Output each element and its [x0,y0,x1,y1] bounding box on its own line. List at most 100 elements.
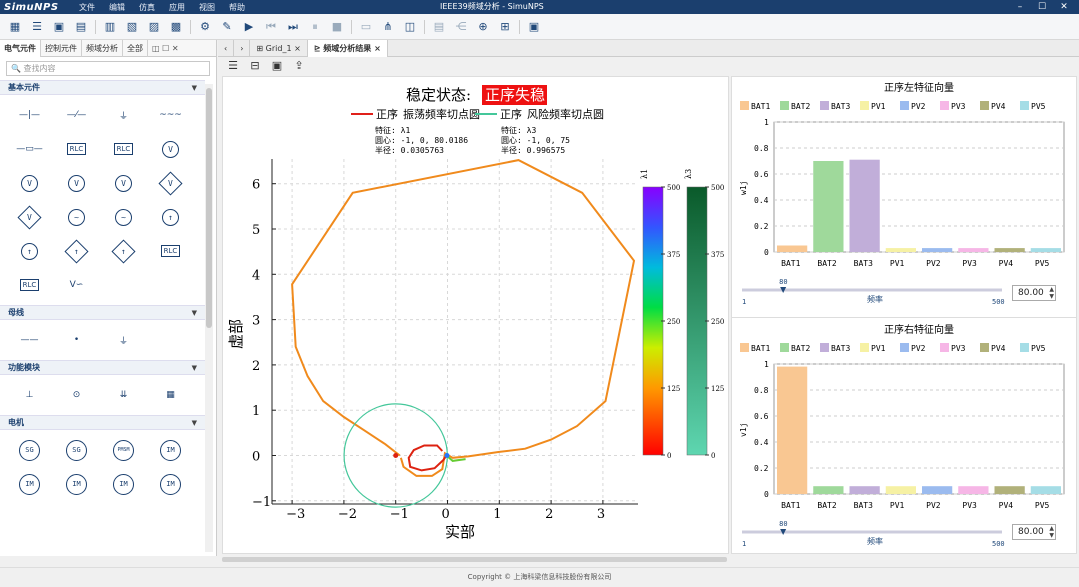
induction-motor-component[interactable]: IM [147,467,194,501]
menu-edit[interactable]: 编辑 [102,2,132,13]
induction-motor-component[interactable]: IM [100,467,147,501]
tab-close-icon[interactable]: × [374,44,381,53]
chevron-down-icon[interactable]: ▼ [192,306,197,320]
controlled-voltage-source-component[interactable]: V [6,200,53,234]
minimize-button[interactable]: – [1009,0,1031,14]
bar-bat2[interactable] [813,486,844,494]
tab-nav-prev[interactable]: ‹ [218,39,235,57]
export-icon[interactable]: ▩ [169,20,183,34]
voltage-source-component[interactable]: V [6,166,53,200]
induction-motor-component[interactable]: IM [53,467,100,501]
grid-icon[interactable]: ▦ [8,20,22,34]
bar-pv5[interactable] [1030,486,1061,494]
current-source-component[interactable]: ↑ [147,200,194,234]
menu-file[interactable]: 文件 [72,2,102,13]
nyquist-chart[interactable]: 稳定状态: 正序失稳 正序 振荡频率切点圆 正序 风险频率切点圆 特征: λ1 … [223,77,728,553]
bar-pv4[interactable] [994,248,1025,252]
inductor-component[interactable]: ~~~ [147,98,194,132]
step-forward-icon[interactable]: ⏭ [286,20,300,34]
run-icon[interactable]: ▶ [242,20,256,34]
bar-bat3[interactable] [849,159,880,252]
spin-arrows-icon[interactable]: ▲ ▼ [1049,286,1054,300]
fault-module[interactable]: ⇊ [100,378,147,412]
bar-pv2[interactable] [922,248,953,252]
sync-generator-component[interactable]: SG [53,433,100,467]
left-eigenvector-chart[interactable]: 正序左特征向量 BAT1 BAT2 BAT3 PV1 PV2 PV3 PV4 PV5 0 0.2 0.… [732,77,1076,317]
induction-motor-component[interactable]: IM [6,467,53,501]
tab-frequency[interactable]: 频域分析 [82,39,123,57]
search-input[interactable]: 🔍 查找内容 [6,61,210,76]
sync-generator-component[interactable]: SG [6,433,53,467]
node-icon[interactable]: ⊕ [476,20,490,34]
export-result-icon[interactable]: ⇪ [292,59,306,73]
scrollbar-thumb[interactable] [206,88,212,328]
bar-pv2[interactable] [922,486,953,494]
section-basic-components[interactable]: 基本元件 ▼ [0,80,205,95]
layout-icon[interactable]: ⊞ [498,20,512,34]
open-icon[interactable]: ▥ [103,20,117,34]
rlc-series-component[interactable]: RLC [100,132,147,166]
edit-icon[interactable]: ✎ [220,20,234,34]
panel-controls[interactable]: ◫ ☐ ✕ [148,40,183,57]
rlc-load-component[interactable]: RLC [147,234,194,268]
spin-arrows-icon[interactable]: ▲ ▼ [1049,525,1054,539]
pause-icon[interactable]: ⏸ [308,20,322,34]
bar-bat2[interactable] [813,161,844,252]
table-icon[interactable]: ▤ [432,20,446,34]
chevron-down-icon[interactable]: ▼ [192,81,197,95]
induction-motor-component[interactable]: IM [147,433,194,467]
tab-nav-next[interactable]: › [234,39,251,57]
bar-pv3[interactable] [958,486,989,494]
voltage-meter-component[interactable]: V∽ [53,268,100,302]
bar-pv5[interactable] [1030,248,1061,252]
monitor-icon[interactable]: ▭ [359,20,373,34]
bar-pv3[interactable] [958,248,989,252]
current-source-component[interactable]: ↑ [6,234,53,268]
section-function-modules[interactable]: 功能模块 ▼ [0,360,205,375]
tab-grid[interactable]: ⊞ Grid_1 × [250,39,308,57]
menu-simulate[interactable]: 仿真 [132,2,162,13]
split-view-icon[interactable]: ⊟ [248,59,262,73]
menu-help[interactable]: 帮助 [222,2,252,13]
bar-bat1[interactable] [777,366,808,494]
tab-all[interactable]: 全部 [123,39,148,57]
network-icon[interactable]: ⋲ [454,20,468,34]
close-button[interactable]: ✕ [1053,0,1075,14]
waveform-icon[interactable]: ◫ [403,20,417,34]
menu-apps[interactable]: 应用 [162,2,192,13]
maximize-button[interactable]: ☐ [1031,0,1053,14]
ac-source-component[interactable]: ~ [53,200,100,234]
bar-bat3[interactable] [849,486,880,494]
rlc-branch-component[interactable]: RLC [6,268,53,302]
tab-control[interactable]: 控制元件 [41,39,82,57]
save-result-icon[interactable]: ▣ [270,59,284,73]
bus-node-component[interactable]: • [53,323,100,357]
chevron-down-icon[interactable]: ▼ [192,361,197,375]
tab-close-icon[interactable]: × [294,44,301,53]
step-back-icon[interactable]: ⏮ [264,20,278,34]
section-machines[interactable]: 电机 ▼ [0,415,205,430]
controlled-current-source-component[interactable]: ↑ [53,234,100,268]
new-doc-icon[interactable]: ▧ [125,20,139,34]
right-eigenvector-chart[interactable]: 正序右特征向量 BAT1 BAT2 BAT3 PV1 PV2 PV3 PV4 PV5 0 0.2 0.… [732,319,1076,555]
voltage-source-component[interactable]: V [100,166,147,200]
list-icon[interactable]: ☰ [30,20,44,34]
library-scrollbar[interactable] [205,84,213,552]
list-view-icon[interactable]: ☰ [226,59,240,73]
bar-pv1[interactable] [885,486,916,494]
chevron-down-icon[interactable]: ▼ [192,416,197,430]
resistor-component[interactable]: —▭— [6,132,53,166]
tab-electrical[interactable]: 电气元件 [0,39,41,57]
save-icon[interactable]: ▣ [52,20,66,34]
horizontal-scrollbar[interactable] [222,556,729,563]
ground-component[interactable]: ⏚ [100,98,147,132]
settings-icon[interactable]: ⚙ [198,20,212,34]
ac-source-component[interactable]: ~ [100,200,147,234]
import-icon[interactable]: ▨ [147,20,161,34]
probe-module[interactable]: ⊙ [53,378,100,412]
scope-icon[interactable]: ⋔ [381,20,395,34]
rlc-parallel-component[interactable]: RLC [53,132,100,166]
terminal-module[interactable]: ⊥ [6,378,53,412]
save-as-icon[interactable]: ▤ [74,20,88,34]
bar-pv1[interactable] [885,248,916,252]
